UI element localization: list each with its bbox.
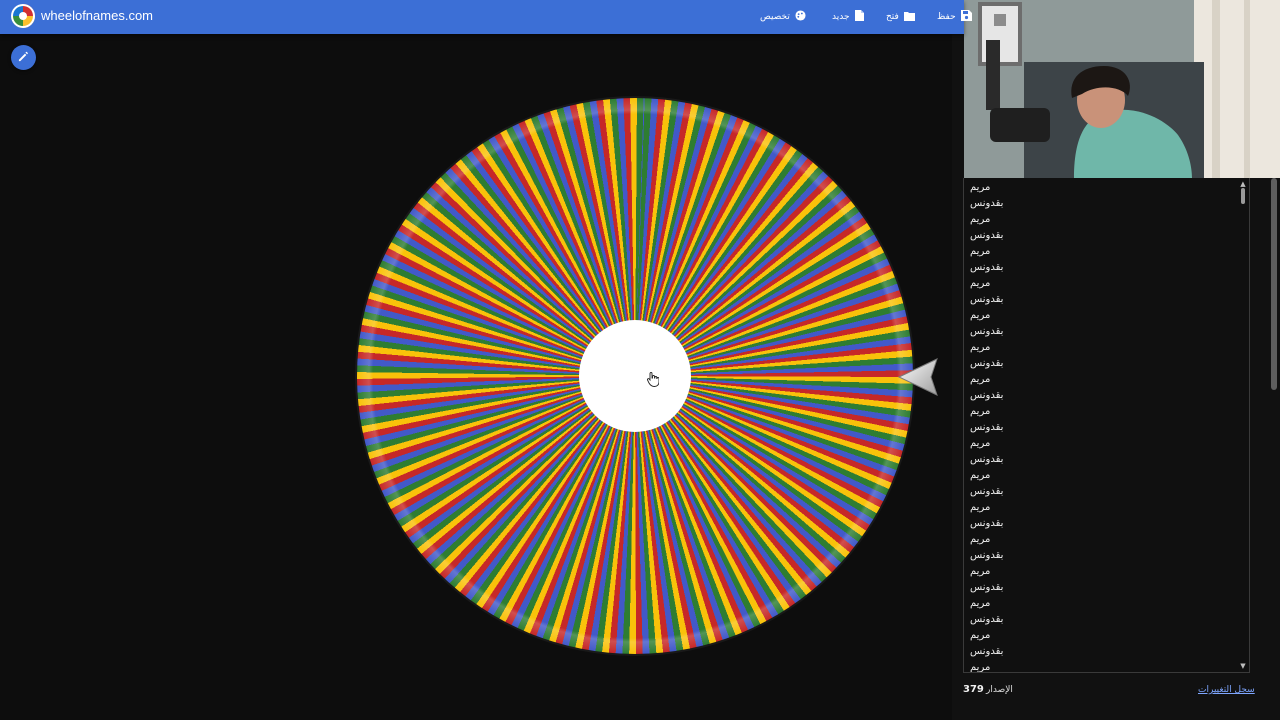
customize-button[interactable]: تخصيص [760,9,806,25]
folder-open-icon [903,11,916,24]
list-item[interactable]: بقدونس [970,422,1003,434]
page-scrollbar-thumb[interactable] [1271,178,1277,390]
list-item[interactable]: بقدونس [970,294,1003,306]
list-item[interactable]: بقدونس [970,454,1003,466]
list-item[interactable]: بقدونس [970,358,1003,370]
list-item[interactable]: بقدونس [970,262,1003,274]
list-item[interactable]: بقدونس [970,614,1003,626]
save-icon [960,10,972,24]
palette-icon [795,10,806,24]
list-item[interactable]: مريم [970,438,990,450]
wheel-logo-icon[interactable] [11,4,35,28]
scroll-down-arrow-icon[interactable]: ▼ [1239,662,1247,670]
list-item[interactable]: بقدونس [970,230,1003,242]
open-label: فتح [886,12,899,22]
list-item[interactable]: بقدونس [970,326,1003,338]
list-item[interactable]: مريم [970,598,990,610]
edit-button[interactable] [11,45,36,70]
top-app-bar: wheelofnames.com تخصيص جديد فتح حفظ [0,0,972,34]
list-item[interactable]: بقدونس [970,582,1003,594]
scroll-up-arrow-icon[interactable]: ▲ [1239,180,1247,188]
list-item[interactable]: مريم [970,214,990,226]
new-label: جديد [832,12,850,22]
wheel-center-hub[interactable] [579,320,691,432]
site-title[interactable]: wheelofnames.com [41,8,153,23]
list-item[interactable]: مريم [970,342,990,354]
entries-list[interactable]: مريم بقدونس مريم بقدونس مريم بقدونس مريم بقدونس… [963,178,1250,673]
save-button[interactable]: حفظ [937,9,972,25]
list-item[interactable]: مريم [970,470,990,482]
list-item[interactable]: مريم [970,566,990,578]
list-item[interactable]: مريم [970,310,990,322]
list-item[interactable]: بقدونس [970,486,1003,498]
list-item[interactable]: مريم [970,374,990,386]
list-item[interactable]: مريم [970,630,990,642]
list-item[interactable]: مريم [970,662,990,672]
spin-wheel[interactable] [357,98,913,654]
list-item[interactable]: مريم [970,534,990,546]
list-item[interactable]: مريم [970,182,990,194]
list-item[interactable]: بقدونس [970,646,1003,658]
list-item[interactable]: مريم [970,502,990,514]
version-number: 379 [963,684,984,695]
version-label: الإصدار [986,685,1013,695]
open-button[interactable]: فتح [886,9,916,25]
list-item[interactable]: بقدونس [970,518,1003,530]
changelog-link[interactable]: سجل التغييرات [1198,685,1255,695]
list-item[interactable]: مريم [970,278,990,290]
list-item[interactable]: بقدونس [970,198,1003,210]
list-item[interactable]: بقدونس [970,390,1003,402]
list-scrollbar-thumb[interactable] [1241,188,1245,204]
new-file-icon [854,10,864,24]
save-label: حفظ [937,12,956,22]
hand-cursor-icon [647,372,660,391]
list-item[interactable]: مريم [970,406,990,418]
new-button[interactable]: جديد [832,9,864,25]
wheel-pointer-icon [897,357,939,397]
pencil-icon [18,51,29,65]
webcam-overlay [964,0,1280,178]
list-item[interactable]: بقدونس [970,550,1003,562]
customize-label: تخصيص [760,12,790,22]
list-item[interactable]: مريم [970,246,990,258]
